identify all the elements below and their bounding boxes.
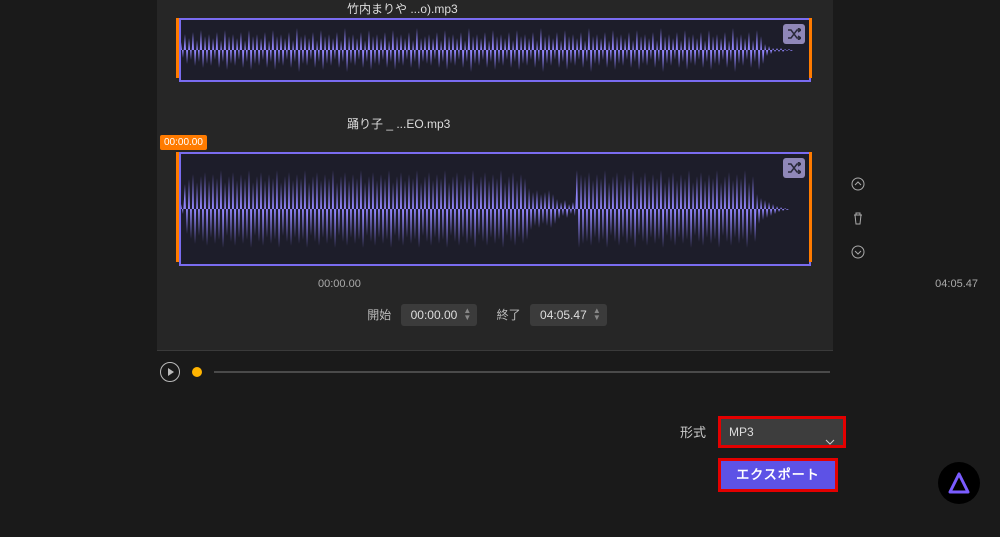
waveform-svg xyxy=(181,154,809,264)
clip2-waveform[interactable] xyxy=(179,152,811,266)
time-end: 04:05.47 xyxy=(935,278,978,290)
delete-icon[interactable] xyxy=(850,210,866,226)
clip1-handle-left[interactable] xyxy=(176,18,179,78)
shuffle-icon[interactable] xyxy=(783,158,805,178)
divider xyxy=(157,350,833,351)
clip2-handle-left[interactable] xyxy=(176,152,179,262)
stepper-icon[interactable]: ▲▼ xyxy=(593,307,601,321)
waveform-svg xyxy=(181,20,809,80)
editor-panel: 竹内まりや ...o).mp3 踊り子 _ ...EO.mp3 00:00. xyxy=(157,0,833,350)
time-ruler: 00:00.00 04:05.47 xyxy=(318,278,978,290)
time-start: 00:00.00 xyxy=(318,278,361,290)
clip1-handle-right[interactable] xyxy=(809,18,812,78)
clip1-filename: 竹内まりや ...o).mp3 xyxy=(347,0,458,17)
clip2-handle-right[interactable] xyxy=(809,152,812,262)
playhead-dot[interactable] xyxy=(192,367,202,377)
start-label: 開始 xyxy=(367,308,391,322)
format-dropdown[interactable]: MP3 xyxy=(718,416,846,448)
clip2-filename: 踊り子 _ ...EO.mp3 xyxy=(347,115,450,132)
side-toolbar xyxy=(850,176,866,260)
chevron-down-icon xyxy=(825,428,835,454)
playhead-time-tag: 00:00.00 xyxy=(160,135,207,150)
format-label: 形式 xyxy=(680,422,706,441)
range-controls: 開始 00:00.00 ▲▼ 終了 04:05.47 ▲▼ xyxy=(157,304,833,326)
stepper-icon[interactable]: ▲▼ xyxy=(463,307,471,321)
expand-icon[interactable] xyxy=(850,244,866,260)
play-button[interactable] xyxy=(160,362,180,382)
playback-row xyxy=(160,362,830,382)
shuffle-icon[interactable] xyxy=(783,24,805,44)
collapse-icon[interactable] xyxy=(850,176,866,192)
end-time-input[interactable]: 04:05.47 ▲▼ xyxy=(530,304,607,326)
start-time-input[interactable]: 00:00.00 ▲▼ xyxy=(401,304,478,326)
seek-track[interactable] xyxy=(214,371,830,373)
export-button[interactable]: エクスポート xyxy=(718,458,838,492)
clip1-waveform[interactable] xyxy=(179,18,811,82)
end-label: 終了 xyxy=(497,308,521,322)
play-icon xyxy=(168,368,174,376)
app-logo xyxy=(938,462,980,504)
